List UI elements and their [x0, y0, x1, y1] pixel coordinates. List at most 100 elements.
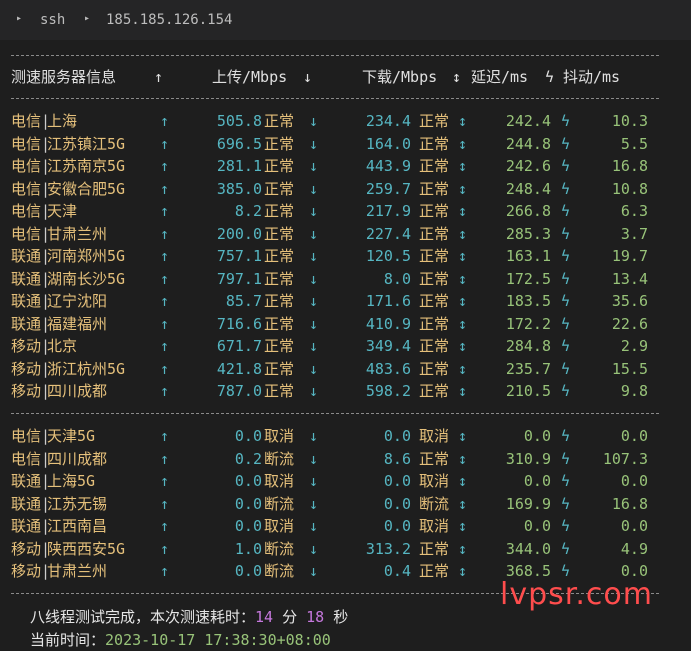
arrow-down-icon: ↓: [309, 382, 319, 400]
jitter-value: 13.4: [611, 269, 648, 288]
arrow-down-icon: ↓: [309, 269, 319, 288]
download-status: 断流: [419, 494, 450, 513]
summary-line: 八线程测试完成，本次测速耗时：14 分 18 秒: [30, 606, 348, 627]
jitter-value: 3.7: [620, 224, 648, 243]
city-label: 甘肃兰州: [47, 224, 108, 243]
jitter-value: 0.0: [620, 517, 648, 535]
arrow-up-icon: ↑: [160, 517, 170, 535]
tab-bar: ▸ ssh ▸ 185.185.126.154: [0, 0, 691, 40]
upload-status: 正常: [264, 292, 295, 310]
table-header: 测速服务器信息 ↑ 上传/Mbps ↓ 下载/Mbps ↕ 延迟/ms ϟ 抖动…: [0, 66, 691, 88]
table-row: 电信 | 江苏镇江5G ↑ 696.5 正常 ↓ 164.0 正常 ↕ 244.8 ϟ 5.5: [0, 133, 691, 155]
latency-value: 183.5: [505, 292, 551, 310]
download-value: 217.9: [365, 202, 411, 220]
upload-value: 0.2: [234, 449, 262, 468]
download-status: 正常: [419, 314, 450, 333]
latency-value: 242.4: [505, 112, 551, 130]
download-value: 0.0: [383, 494, 411, 513]
arrow-updown-icon: ↕: [458, 112, 468, 130]
tab-ssh[interactable]: ssh: [40, 12, 65, 28]
city-label: 河南郑州5G: [47, 247, 126, 265]
upload-value: 696.5: [216, 134, 262, 153]
arrow-updown-icon: ↕: [458, 539, 468, 558]
table-row: 电信 | 四川成都 ↑ 0.2 断流 ↓ 8.6 正常 ↕ 310.9 ϟ 107.3: [0, 448, 691, 470]
download-value: 259.7: [365, 179, 411, 198]
latency-value: 344.0: [505, 539, 551, 558]
time-label: 当前时间：: [30, 631, 106, 649]
arrow-down-icon: ↓: [309, 247, 319, 265]
download-status: 正常: [419, 337, 450, 355]
table-row: 电信 | 天津5G ↑ 0.0 取消 ↓ 0.0 取消 ↕ 0.0 ϟ 0.0: [0, 425, 691, 447]
arrow-up-icon: ↑: [160, 134, 170, 153]
jitter-value: 10.3: [611, 112, 648, 130]
city-label: 安徽合肥5G: [47, 179, 126, 198]
upload-status: 正常: [264, 157, 295, 175]
arrow-down-icon: ↓: [309, 179, 319, 198]
upload-value: 716.6: [216, 314, 262, 333]
table-row: 联通 | 福建福州 ↑ 716.6 正常 ↓ 410.9 正常 ↕ 172.2 ϟ 22.6: [0, 313, 691, 335]
terminal-output[interactable]: 测速服务器信息 ↑ 上传/Mbps ↓ 下载/Mbps ↕ 延迟/ms ϟ 抖动…: [0, 40, 691, 651]
bolt-icon: ϟ: [561, 539, 571, 558]
download-status: 正常: [419, 224, 450, 243]
table-row: 移动 | 四川成都 ↑ 787.0 正常 ↓ 598.2 正常 ↕ 210.5 ϟ 9.8: [0, 380, 691, 402]
city-label: 江苏镇江5G: [47, 134, 126, 153]
arrow-up-icon: ↑: [160, 337, 170, 355]
download-value: 171.6: [365, 292, 411, 310]
download-status: 正常: [419, 382, 450, 400]
arrow-up-icon: ↑: [160, 472, 170, 490]
arrow-down-icon: ↓: [303, 68, 313, 86]
download-value: 0.4: [383, 562, 411, 580]
city-label: 上海5G: [47, 472, 96, 490]
download-status: 正常: [419, 179, 450, 198]
upload-status: 断流: [264, 562, 295, 580]
isp-label: 电信: [11, 134, 42, 153]
arrow-updown-icon: ↕: [458, 157, 468, 175]
arrow-updown-icon: ↕: [458, 359, 468, 378]
city-label: 江苏无锡: [47, 494, 108, 513]
minutes-unit: 分: [273, 608, 307, 626]
latency-value: 244.8: [505, 134, 551, 153]
latency-value: 172.2: [505, 314, 551, 333]
upload-status: 正常: [264, 382, 295, 400]
latency-value: 0.0: [523, 427, 551, 445]
caret-right-icon[interactable]: ▸: [84, 13, 90, 24]
arrow-updown-icon: ↕: [458, 134, 468, 153]
upload-value: 797.1: [216, 269, 262, 288]
table-row: 电信 | 江苏南京5G ↑ 281.1 正常 ↓ 443.9 正常 ↕ 242.6 ϟ 16.8: [0, 155, 691, 177]
bolt-icon: ϟ: [561, 134, 571, 153]
city-label: 甘肃兰州: [47, 562, 108, 580]
arrow-down-icon: ↓: [309, 112, 319, 130]
city-label: 天津5G: [47, 427, 96, 445]
upload-value: 0.0: [234, 517, 262, 535]
download-value: 598.2: [365, 382, 411, 400]
summary-text: 八线程测试完成，本次测速耗时：: [30, 608, 256, 626]
arrow-up-icon: ↑: [160, 494, 170, 513]
header-upload: 上传/Mbps: [212, 68, 288, 86]
download-status: 正常: [419, 134, 450, 153]
tab-host[interactable]: 185.185.126.154: [106, 12, 232, 28]
city-label: 上海: [47, 112, 78, 130]
upload-status: 正常: [264, 247, 295, 265]
caret-right-icon[interactable]: ▸: [16, 13, 22, 24]
upload-value: 0.0: [234, 472, 262, 490]
arrow-down-icon: ↓: [309, 562, 319, 580]
arrow-up-icon: ↑: [160, 247, 170, 265]
arrow-up-icon: ↑: [160, 539, 170, 558]
latency-value: 0.0: [523, 517, 551, 535]
arrow-up-icon: ↑: [160, 382, 170, 400]
upload-status: 正常: [264, 269, 295, 288]
arrow-down-icon: ↓: [309, 134, 319, 153]
arrow-down-icon: ↓: [309, 314, 319, 333]
download-status: 正常: [419, 247, 450, 265]
table-row: 电信 | 天津 ↑ 8.2 正常 ↓ 217.9 正常 ↕ 266.8 ϟ 6.3: [0, 200, 691, 222]
arrow-up-icon: ↑: [160, 179, 170, 198]
bolt-icon: ϟ: [561, 427, 571, 445]
arrow-updown-icon: ↕: [458, 269, 468, 288]
current-time: 2023-10-17 17:38:30+08:00: [105, 631, 331, 649]
isp-label: 电信: [11, 202, 42, 220]
download-status: 正常: [419, 539, 450, 558]
elapsed-minutes: 14: [255, 608, 274, 626]
arrow-updown-icon: ↕: [458, 224, 468, 243]
bolt-icon: ϟ: [561, 292, 571, 310]
bolt-icon: ϟ: [561, 472, 571, 490]
